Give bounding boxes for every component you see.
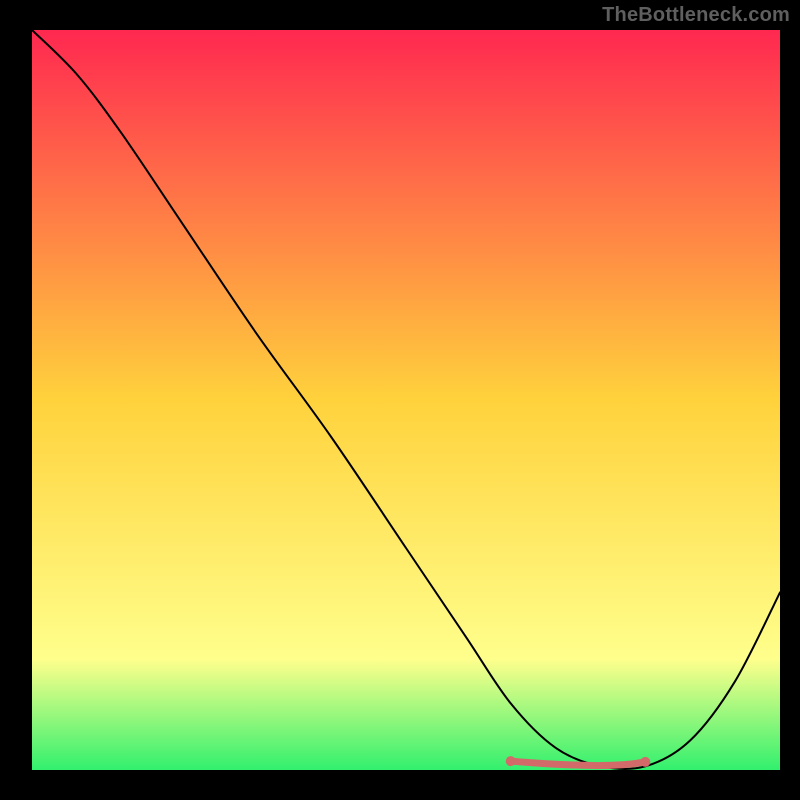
bottleneck-chart [0,0,800,800]
optimal-region-marker [511,761,646,765]
plot-background [32,30,780,770]
optimal-region-dot [640,757,650,767]
chart-stage: TheBottleneck.com [0,0,800,800]
optimal-region-dot [506,756,516,766]
watermark-text: TheBottleneck.com [602,4,790,27]
